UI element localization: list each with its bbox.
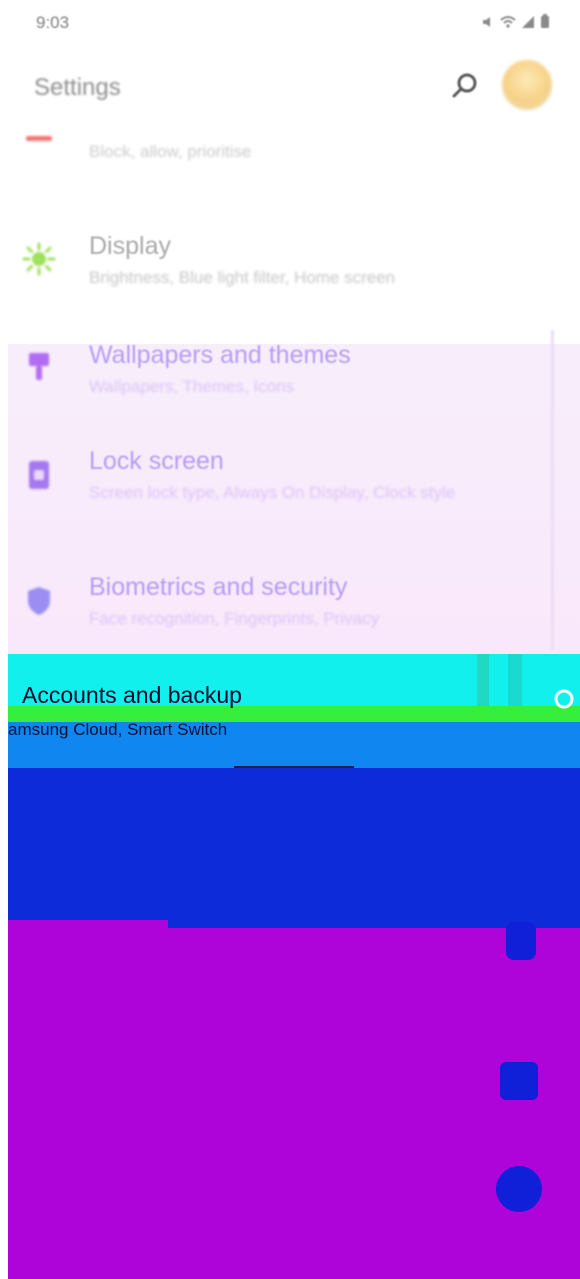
status-bar: 9:03 — [0, 0, 580, 46]
settings-item-display[interactable]: Display Brightness, Blue light filter, H… — [8, 210, 568, 308]
glitch-artifact — [496, 1166, 542, 1212]
settings-item-subtitle: Face recognition, Fingerprints, Privacy — [89, 609, 380, 628]
settings-item-biometrics[interactable]: Biometrics and security Face recognition… — [8, 564, 568, 664]
glitch-bar — [508, 654, 522, 706]
status-icons — [481, 14, 550, 29]
settings-item-subtitle: Wallpapers, Themes, Icons — [89, 377, 295, 396]
signal-icon — [522, 15, 534, 28]
settings-item-notifications[interactable]: Block, allow, prioritise — [8, 112, 568, 178]
settings-item-title: Wallpapers and themes — [89, 341, 351, 369]
settings-item-subtitle: Block, allow, prioritise — [89, 142, 252, 161]
settings-item-lock-screen[interactable]: Lock screen Screen lock type, Always On … — [8, 436, 568, 536]
glitch-artifact — [506, 922, 536, 960]
settings-item-title: Lock screen — [89, 447, 224, 475]
search-icon[interactable] — [446, 68, 484, 106]
glitch-artifact — [500, 1062, 538, 1100]
glitch-band — [8, 768, 580, 920]
lock-screen-icon — [22, 458, 56, 492]
settings-item-wallpapers[interactable]: Wallpapers and themes Wallpapers, Themes… — [8, 330, 568, 430]
page-title: Settings — [34, 74, 121, 101]
settings-item-title: Biometrics and security — [89, 573, 348, 601]
settings-item-subtitle: amsung Cloud, Smart Switch — [8, 720, 228, 739]
sync-icon — [554, 689, 574, 709]
glitch-region: Accounts and backup amsung Cloud, Smart … — [8, 654, 580, 1279]
brush-icon — [22, 350, 56, 384]
settings-item-subtitle: Screen lock type, Always On Display, Clo… — [89, 483, 456, 502]
status-time: 9:03 — [36, 13, 70, 32]
battery-icon — [541, 14, 549, 28]
wifi-icon — [500, 15, 516, 28]
mute-icon — [483, 16, 490, 27]
settings-item-title: Display — [89, 232, 171, 260]
shield-icon — [22, 584, 56, 618]
sun-icon — [22, 242, 56, 276]
notifications-icon — [22, 122, 56, 156]
settings-item-subtitle: Brightness, Blue light filter, Home scre… — [89, 268, 396, 287]
profile-avatar[interactable] — [502, 60, 552, 110]
glitch-bar — [477, 654, 489, 706]
settings-item-title: Accounts and backup — [22, 682, 242, 708]
glitch-band — [8, 920, 580, 1279]
